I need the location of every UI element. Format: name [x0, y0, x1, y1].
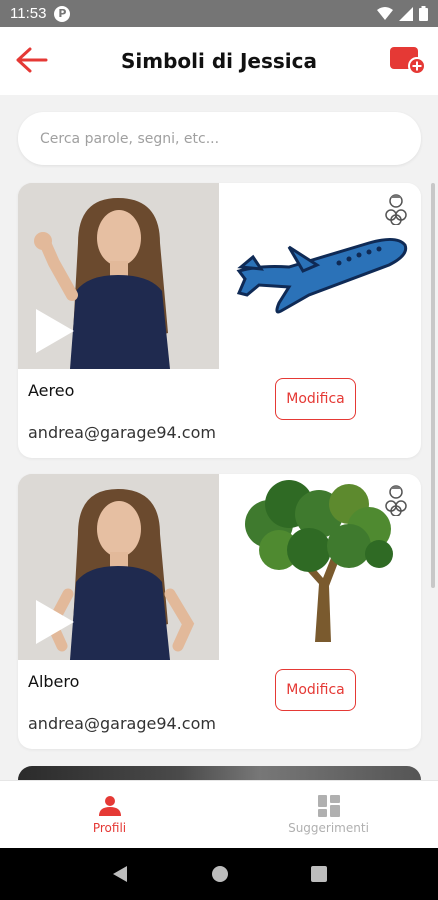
grid-icon — [317, 794, 340, 817]
symbol-card[interactable]: Albero andrea@garage94.com Modifica — [18, 474, 421, 749]
bottom-navigation: Profili Suggerimenti — [0, 780, 438, 848]
home-icon[interactable] — [211, 865, 229, 883]
sign-video-thumbnail[interactable] — [18, 183, 219, 369]
status-icons — [377, 6, 428, 21]
user-badge-icon — [385, 194, 407, 225]
app-header: Simboli di Jessica — [0, 27, 438, 95]
edit-button[interactable]: Modifica — [275, 378, 356, 420]
sign-video-thumbnail[interactable] — [18, 474, 219, 660]
search-input[interactable] — [18, 112, 421, 165]
symbol-card[interactable]: Aereo andrea@garage94.com Modifica — [18, 183, 421, 458]
symbol-author-email: andrea@garage94.com — [28, 714, 216, 733]
symbol-word: Aereo — [28, 381, 75, 400]
symbols-list[interactable]: Aereo andrea@garage94.com Modifica — [0, 95, 438, 780]
edit-button[interactable]: Modifica — [275, 669, 356, 711]
signal-icon — [399, 6, 413, 21]
battery-icon — [419, 6, 428, 21]
status-bar: 11:53 P — [0, 0, 438, 27]
airplane-symbol — [219, 183, 421, 369]
app-badge-icon: P — [54, 5, 71, 22]
back-icon[interactable] — [111, 865, 129, 883]
page-title: Simboli di Jessica — [121, 49, 317, 73]
user-badge-icon — [385, 485, 407, 516]
scrollbar[interactable] — [431, 183, 435, 588]
symbol-word: Albero — [28, 672, 80, 691]
symbol-author-email: andrea@garage94.com — [28, 423, 216, 442]
recents-icon[interactable] — [311, 866, 327, 882]
tab-profili[interactable]: Profili — [0, 781, 219, 848]
play-icon[interactable] — [36, 600, 74, 644]
tab-label: Suggerimenti — [288, 820, 369, 835]
person-icon — [98, 795, 121, 816]
back-arrow-icon[interactable] — [14, 45, 48, 75]
system-nav-bar — [0, 848, 438, 900]
tab-suggerimenti[interactable]: Suggerimenti — [219, 781, 438, 848]
add-symbol-icon[interactable] — [390, 45, 426, 75]
search-bar[interactable] — [18, 112, 421, 165]
status-time: 11:53 — [10, 5, 47, 22]
tab-label: Profili — [92, 820, 127, 835]
tree-symbol — [219, 474, 421, 660]
symbol-card-partial[interactable] — [18, 766, 421, 780]
wifi-icon — [377, 6, 393, 20]
play-icon[interactable] — [36, 309, 74, 353]
